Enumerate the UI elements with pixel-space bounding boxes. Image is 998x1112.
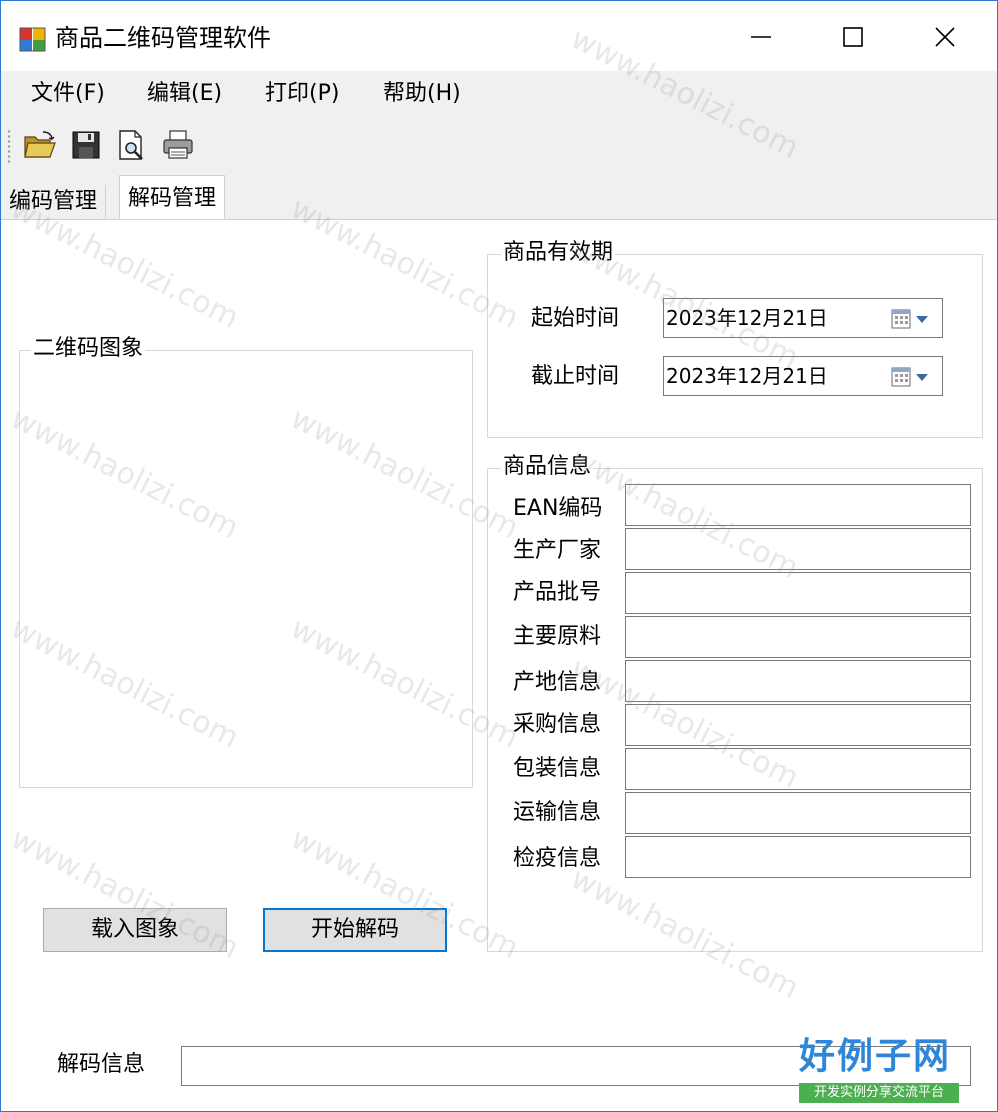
batch-number-input[interactable] [625,572,971,614]
origin-info-label: 产地信息 [513,670,602,695]
start-decode-button[interactable]: 开始解码 [263,908,447,952]
close-icon [935,27,955,47]
logo-main-text: 好例子网 [799,1036,952,1077]
open-button[interactable] [21,127,59,163]
transport-info-input[interactable] [625,792,971,834]
tab-encode[interactable]: 编码管理 [1,185,107,221]
product-info-group-title: 商品信息 [501,452,594,482]
quarantine-info-label: 检疫信息 [513,846,602,871]
menu-bar: 文件(F) 编辑(E) 打印(P) 帮助(H) [1,71,997,119]
logo-sub-text: 开发实例分享交流平台 [799,1083,959,1103]
maximize-icon [843,27,863,47]
maximize-button[interactable] [821,13,885,61]
ean-code-label: EAN编码 [513,496,603,521]
print-preview-icon [119,130,143,160]
start-date-picker[interactable]: 2023年12月21日 [663,298,943,338]
ean-code-input[interactable] [625,484,971,526]
toolbar-grip[interactable] [7,129,11,163]
end-date-value: 2023年12月21日 [666,364,828,388]
start-date-value: 2023年12月21日 [666,306,828,330]
close-button[interactable] [913,13,977,61]
qr-image-group [19,350,473,788]
tab-decode[interactable]: 解码管理 [119,175,226,223]
validity-group-title: 商品有效期 [501,238,616,268]
app-window: 商品二维码管理软件 文件(F) 编辑(E) 打印(P) 帮助(H) 编码管理 解… [0,0,998,1112]
print-button[interactable] [159,127,197,163]
minimize-button[interactable] [729,13,793,61]
calendar-dropdown-icon[interactable] [890,365,932,389]
print-preview-button[interactable] [113,127,151,163]
print-icon [163,130,193,159]
purchase-info-input[interactable] [625,704,971,746]
save-button[interactable] [67,127,105,163]
tab-strip: 编码管理 解码管理 [1,171,997,223]
save-icon [72,131,100,159]
transport-info-label: 运输信息 [513,800,602,825]
packaging-info-input[interactable] [625,748,971,790]
calendar-dropdown-icon[interactable] [890,307,932,331]
end-date-picker[interactable]: 2023年12月21日 [663,356,943,396]
menu-file[interactable]: 文件(F) [31,77,105,111]
menu-edit[interactable]: 编辑(E) [147,77,222,111]
menu-print[interactable]: 打印(P) [265,77,339,111]
purchase-info-label: 采购信息 [513,712,602,737]
main-materials-label: 主要原料 [513,624,602,649]
window-title: 商品二维码管理软件 [55,24,271,52]
start-time-label: 起始时间 [531,306,620,331]
open-folder-icon [24,131,56,158]
manufacturer-label: 生产厂家 [513,538,602,563]
site-logo: 好例子网 开发实例分享交流平台 [793,1035,963,1105]
load-image-button[interactable]: 载入图象 [43,908,227,952]
decode-tab-page: 二维码图象 商品有效期 起始时间 2023年12月21日 截止时间 2023年1… [1,219,997,1111]
app-icon [19,27,46,52]
quarantine-info-input[interactable] [625,836,971,878]
menu-help[interactable]: 帮助(H) [383,77,461,111]
title-bar[interactable]: 商品二维码管理软件 [1,1,997,71]
origin-info-input[interactable] [625,660,971,702]
end-time-label: 截止时间 [531,364,620,389]
decode-info-label: 解码信息 [57,1052,146,1077]
batch-number-label: 产品批号 [513,580,602,605]
main-materials-input[interactable] [625,616,971,658]
manufacturer-input[interactable] [625,528,971,570]
packaging-info-label: 包装信息 [513,756,602,781]
qr-image-group-title: 二维码图象 [31,334,146,364]
minimize-icon [751,36,771,38]
validity-group [487,254,983,438]
toolbar [1,119,997,171]
